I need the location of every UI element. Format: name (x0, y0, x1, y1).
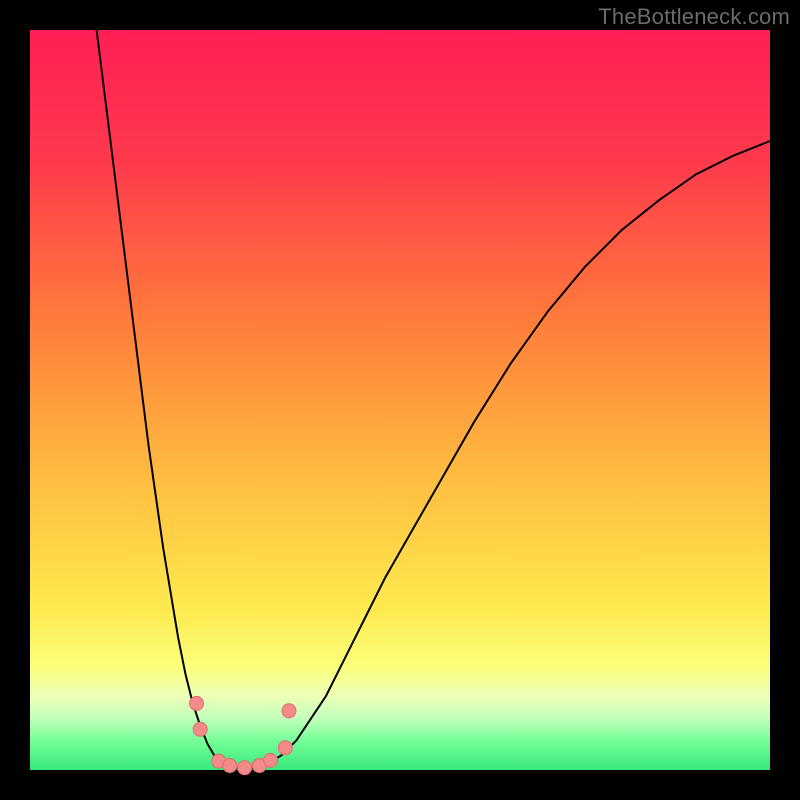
scatter-dot (190, 696, 204, 710)
scatter-dots (190, 696, 297, 774)
scatter-dot (193, 722, 207, 736)
curve-left (97, 30, 223, 764)
scatter-dot (264, 753, 278, 767)
curve-right (267, 141, 770, 764)
watermark-label: TheBottleneck.com (598, 4, 790, 30)
scatter-dot (278, 741, 292, 755)
chart-canvas (30, 30, 770, 770)
scatter-dot (223, 759, 237, 773)
chart-frame: TheBottleneck.com (0, 0, 800, 800)
scatter-dot (238, 761, 252, 775)
scatter-dot (282, 704, 296, 718)
